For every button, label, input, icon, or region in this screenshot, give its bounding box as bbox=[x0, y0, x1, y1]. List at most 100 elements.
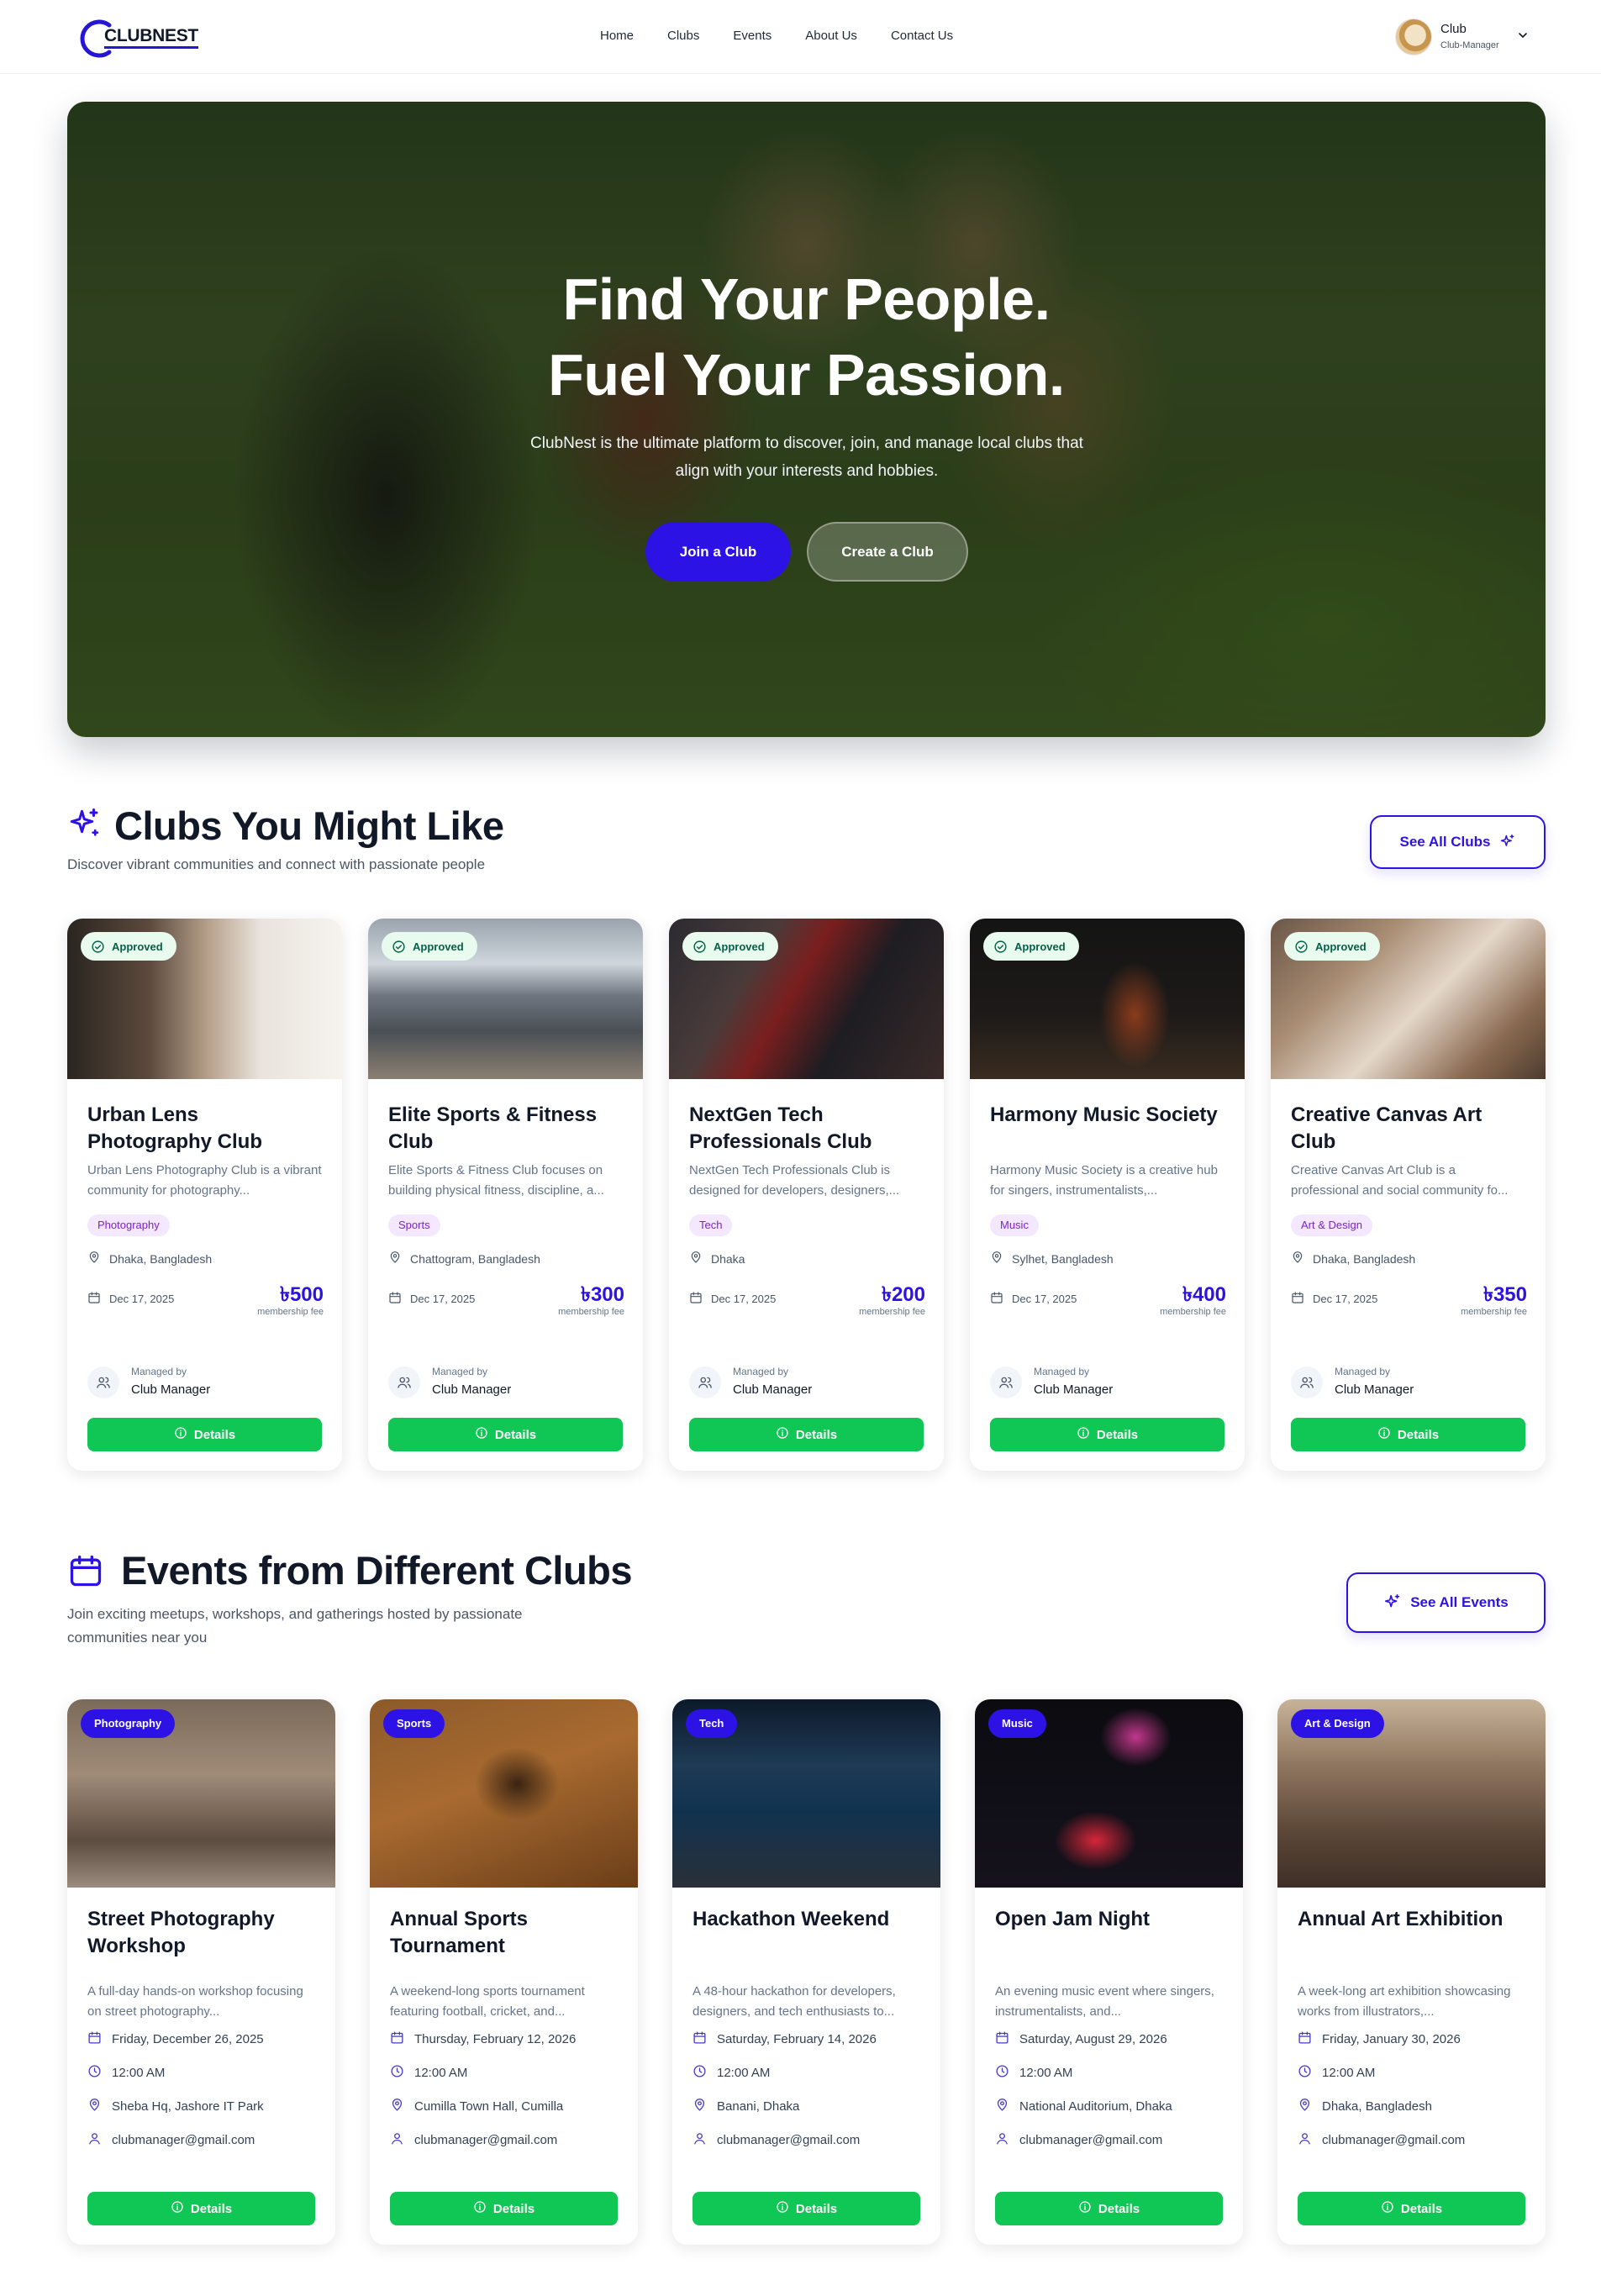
approved-badge: Approved bbox=[382, 932, 477, 961]
club-details-button[interactable]: Details bbox=[1291, 1418, 1525, 1451]
info-icon bbox=[1381, 2200, 1394, 2217]
event-details-button[interactable]: Details bbox=[87, 2192, 315, 2225]
avatar bbox=[1395, 18, 1432, 55]
sparkles-icon bbox=[1500, 834, 1514, 846]
chevron-down-icon[interactable] bbox=[1516, 29, 1530, 42]
event-date: Thursday, February 12, 2026 bbox=[390, 2030, 576, 2048]
hero-title: Find Your People. Fuel Your Passion. bbox=[548, 266, 1065, 408]
check-circle-icon bbox=[693, 940, 707, 954]
info-icon bbox=[171, 2200, 184, 2217]
managed-by-label: Managed by bbox=[432, 1366, 488, 1377]
event-card[interactable]: Sports Annual Sports Tournament A weeken… bbox=[370, 1699, 638, 2245]
event-card[interactable]: Music Open Jam Night An evening music ev… bbox=[975, 1699, 1243, 2245]
clock-icon bbox=[693, 2064, 707, 2082]
fee-amount: ৳200 bbox=[882, 1283, 925, 1306]
managed-by-label: Managed by bbox=[733, 1366, 789, 1377]
location-pin-icon bbox=[990, 1251, 1003, 1266]
nav-contact-us[interactable]: Contact Us bbox=[891, 29, 953, 43]
event-title[interactable]: Street Photography Workshop bbox=[87, 1906, 314, 1960]
calendar-icon bbox=[390, 2030, 404, 2048]
event-title[interactable]: Annual Sports Tournament bbox=[390, 1906, 617, 1960]
calendar-icon bbox=[70, 1555, 102, 1587]
event-card[interactable]: Art & Design Annual Art Exhibition A wee… bbox=[1277, 1699, 1546, 2245]
club-details-button[interactable]: Details bbox=[689, 1418, 924, 1451]
calendar-icon bbox=[995, 2030, 1009, 2048]
see-all-clubs-button[interactable]: See All Clubs bbox=[1370, 815, 1546, 869]
fee-amount: ৳300 bbox=[581, 1283, 624, 1306]
club-category-tag: Sports bbox=[388, 1214, 440, 1236]
club-details-button[interactable]: Details bbox=[990, 1418, 1224, 1451]
event-card[interactable]: Photography Street Photography Workshop … bbox=[67, 1699, 335, 2245]
clubnest-logo[interactable]: CLUBNEST bbox=[76, 13, 198, 61]
manager-name: Club Manager bbox=[432, 1382, 512, 1397]
event-title[interactable]: Annual Art Exhibition bbox=[1298, 1906, 1525, 1933]
users-icon bbox=[1291, 1367, 1323, 1398]
event-description: A full-day hands-on workshop focusing on… bbox=[87, 1984, 303, 2019]
event-organizer-email: clubmanager@gmail.com bbox=[693, 2131, 860, 2149]
club-name[interactable]: Elite Sports & Fitness Club bbox=[388, 1102, 624, 1156]
event-category-badge: Music bbox=[988, 1709, 1046, 1738]
event-description: A weekend-long sports tournament featuri… bbox=[390, 1984, 585, 2019]
club-details-button[interactable]: Details bbox=[388, 1418, 623, 1451]
hero-banner: Find Your People. Fuel Your Passion. Clu… bbox=[67, 102, 1546, 737]
event-description: A 48-hour hackathon for developers, desi… bbox=[693, 1984, 896, 2019]
club-card[interactable]: Approved Urban Lens Photography Club Urb… bbox=[67, 919, 342, 1471]
create-club-button[interactable]: Create a Club bbox=[807, 522, 968, 582]
club-created-date: Dec 17, 2025 bbox=[990, 1291, 1077, 1307]
club-card[interactable]: Approved NextGen Tech Professionals Club… bbox=[669, 919, 944, 1471]
manager-name: Club Manager bbox=[1335, 1382, 1414, 1397]
event-card[interactable]: Tech Hackathon Weekend A 48-hour hackath… bbox=[672, 1699, 940, 2245]
calendar-icon bbox=[388, 1291, 402, 1307]
nav-about-us[interactable]: About Us bbox=[805, 29, 857, 43]
event-details-button[interactable]: Details bbox=[1298, 2192, 1525, 2225]
club-name[interactable]: NextGen Tech Professionals Club bbox=[689, 1102, 924, 1156]
clubs-section-header: Clubs You Might Like Discover vibrant co… bbox=[67, 803, 908, 880]
club-card[interactable]: Approved Creative Canvas Art Club Creati… bbox=[1271, 919, 1546, 1471]
clock-icon bbox=[1298, 2064, 1312, 2082]
event-title[interactable]: Hackathon Weekend bbox=[693, 1906, 919, 1933]
club-card[interactable]: Approved Harmony Music Society Harmony M… bbox=[970, 919, 1245, 1471]
manager-name: Club Manager bbox=[131, 1382, 211, 1397]
fee-amount: ৳400 bbox=[1182, 1283, 1226, 1306]
club-location: Chattogram, Bangladesh bbox=[388, 1251, 540, 1266]
location-pin-icon bbox=[87, 2098, 102, 2115]
event-details-button[interactable]: Details bbox=[995, 2192, 1223, 2225]
user-menu[interactable]: Club Club-Manager bbox=[1395, 17, 1530, 57]
info-icon bbox=[473, 2200, 487, 2217]
club-name[interactable]: Creative Canvas Art Club bbox=[1291, 1102, 1526, 1156]
membership-fee: ৳350 membership fee bbox=[1461, 1283, 1527, 1317]
event-details-button[interactable]: Details bbox=[693, 2192, 920, 2225]
user-icon bbox=[995, 2131, 1009, 2149]
fee-label: membership fee bbox=[558, 1307, 624, 1317]
club-description: Urban Lens Photography Club is a vibrant… bbox=[87, 1163, 322, 1198]
membership-fee: ৳300 membership fee bbox=[558, 1283, 624, 1317]
fee-label: membership fee bbox=[1160, 1307, 1226, 1317]
see-all-events-button[interactable]: See All Events bbox=[1346, 1572, 1546, 1633]
event-details-button[interactable]: Details bbox=[390, 2192, 618, 2225]
event-title[interactable]: Open Jam Night bbox=[995, 1906, 1222, 1933]
event-description: An evening music event where singers, in… bbox=[995, 1984, 1214, 2019]
club-details-button[interactable]: Details bbox=[87, 1418, 322, 1451]
club-card[interactable]: Approved Elite Sports & Fitness Club Eli… bbox=[368, 919, 643, 1471]
location-pin-icon bbox=[390, 2098, 404, 2115]
nav-home[interactable]: Home bbox=[600, 29, 634, 43]
club-name[interactable]: Urban Lens Photography Club bbox=[87, 1102, 323, 1156]
nav-events[interactable]: Events bbox=[733, 29, 772, 43]
fee-label: membership fee bbox=[1461, 1307, 1527, 1317]
info-icon bbox=[776, 1426, 789, 1443]
main-nav: Home Clubs Events About Us Contact Us bbox=[600, 29, 987, 43]
club-location: Dhaka, Bangladesh bbox=[87, 1251, 212, 1266]
nav-clubs[interactable]: Clubs bbox=[667, 29, 699, 43]
event-time: 12:00 AM bbox=[390, 2064, 467, 2082]
location-pin-icon bbox=[87, 1251, 101, 1266]
join-club-button[interactable]: Join a Club bbox=[645, 522, 791, 582]
user-icon bbox=[390, 2131, 404, 2149]
info-icon bbox=[174, 1426, 187, 1443]
club-name[interactable]: Harmony Music Society bbox=[990, 1102, 1225, 1129]
location-pin-icon bbox=[995, 2098, 1009, 2115]
check-circle-icon bbox=[993, 940, 1008, 954]
club-location: Sylhet, Bangladesh bbox=[990, 1251, 1114, 1266]
events-section-header: Events from Different Clubs Join excitin… bbox=[67, 1548, 908, 1650]
calendar-icon bbox=[87, 2030, 102, 2048]
calendar-icon bbox=[693, 2030, 707, 2048]
